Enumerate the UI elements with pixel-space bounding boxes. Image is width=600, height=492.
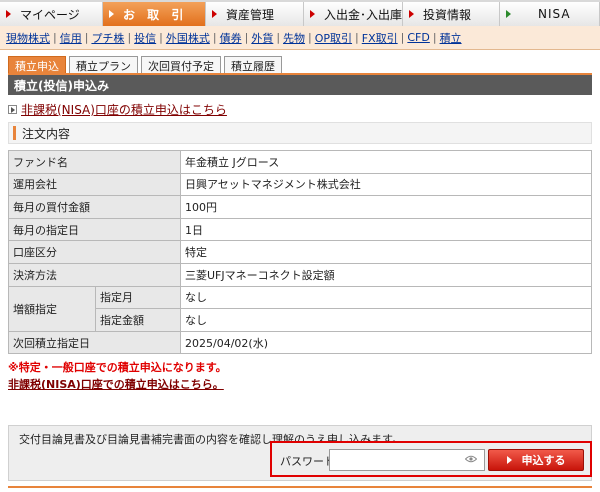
- subnav-link-puchikabu[interactable]: プチ株: [91, 30, 124, 46]
- nisa-link-row: 非課税(NISA)口座の積立申込はこちら: [8, 101, 227, 118]
- account-value: 特定: [180, 240, 592, 264]
- nav-tab-trading[interactable]: お 取 引: [103, 2, 206, 26]
- nisa-apply-link[interactable]: 非課税(NISA)口座の積立申込はこちら: [21, 101, 227, 118]
- eye-icon[interactable]: [465, 455, 477, 463]
- password-label: パスワード: [280, 455, 335, 468]
- subnav-link-futures[interactable]: 先物: [283, 30, 305, 46]
- account-warning: ※特定・一般口座での積立申込になります。: [8, 361, 227, 374]
- next-date-value: 2025/04/02(水): [180, 330, 592, 355]
- subnav-link-foreign-stock[interactable]: 外国株式: [166, 30, 210, 46]
- heading-accent-bar: [13, 126, 16, 140]
- table-row: 決済方法 三菱UFJマネーコネクト設定額: [8, 262, 592, 287]
- table-row: 次回積立指定日 2025/04/02(水): [8, 330, 592, 355]
- password-input[interactable]: [329, 449, 485, 471]
- subnav-link-cfd[interactable]: CFD: [407, 31, 429, 44]
- payment-label: 決済方法: [8, 262, 181, 287]
- nav-tab-mypage[interactable]: マイページ: [0, 2, 103, 26]
- nav-tab-assets[interactable]: 資産管理: [206, 2, 304, 26]
- nav-tab-label: 投資情報: [423, 7, 472, 22]
- subnav-link-tsumitate[interactable]: 積立: [440, 30, 462, 46]
- nav-tab-label: お 取 引: [123, 7, 188, 22]
- table-row: ファンド名 年金積立 Jグロース: [8, 150, 592, 174]
- page-title: 積立(投信)申込み: [8, 75, 592, 95]
- submit-button-label: 申込する: [521, 454, 566, 467]
- tab-next-purchase[interactable]: 次回買付予定: [141, 56, 221, 74]
- nav-tab-label: NISA: [538, 7, 571, 21]
- account-label: 口座区分: [8, 240, 181, 264]
- arrow-right-icon: [109, 10, 114, 18]
- nav-tab-deposit[interactable]: 入出金･入出庫: [304, 2, 403, 26]
- fund-name-value: 年金積立 Jグロース: [180, 150, 592, 174]
- table-row: 口座区分 特定: [8, 240, 592, 264]
- monthly-amount-value: 100円: [180, 195, 592, 219]
- tab-tsumitate-plan[interactable]: 積立プラン: [69, 56, 138, 74]
- bottom-divider: [8, 486, 592, 488]
- increase-month-value: なし: [180, 285, 592, 310]
- subnav-link-fx-currency[interactable]: 外貨: [251, 30, 273, 46]
- tab-tsumitate-history[interactable]: 積立履歴: [224, 56, 282, 74]
- nav-tab-investment-info[interactable]: 投資情報: [403, 2, 500, 26]
- payment-value: 三菱UFJマネーコネクト設定額: [180, 262, 592, 287]
- tsumitate-tabs: 積立申込 積立プラン 次回買付予定 積立履歴: [8, 56, 285, 74]
- increase-amount-value: なし: [180, 308, 592, 332]
- order-details-table: ファンド名 年金積立 Jグロース 運用会社 日興アセットマネジメント株式会社 毎…: [8, 150, 592, 355]
- subnav-link-shinyo[interactable]: 信用: [60, 30, 82, 46]
- submit-button[interactable]: 申込する: [488, 449, 584, 471]
- fund-name-label: ファンド名: [8, 150, 181, 174]
- subnav-link-bonds[interactable]: 債券: [220, 30, 242, 46]
- monthly-amount-label: 毎月の買付金額: [8, 195, 181, 219]
- subnav-link-genbutsu[interactable]: 現物株式: [6, 30, 50, 46]
- main-nav: マイページ お 取 引 資産管理 入出金･入出庫 投資情報 NISA: [0, 0, 600, 26]
- company-label: 運用会社: [8, 172, 181, 197]
- table-row: 運用会社 日興アセットマネジメント株式会社: [8, 172, 592, 197]
- increase-amount-label: 指定金額: [95, 308, 181, 332]
- arrow-right-icon: [409, 10, 414, 18]
- nisa-apply-link-bottom[interactable]: 非課税(NISA)口座での積立申込はこちら。: [8, 378, 224, 391]
- increase-label: 増額指定: [8, 285, 96, 332]
- subnav-link-fx-trade[interactable]: FX取引: [362, 30, 398, 46]
- increase-month-label: 指定月: [95, 285, 181, 310]
- monthly-date-value: 1日: [180, 217, 592, 242]
- nav-tab-label: マイページ: [20, 7, 80, 22]
- subnav-link-options[interactable]: OP取引: [315, 30, 352, 46]
- arrow-right-icon: [212, 10, 217, 18]
- arrow-right-icon: [310, 10, 315, 18]
- nav-tab-label: 入出金･入出庫: [324, 7, 403, 22]
- next-date-label: 次回積立指定日: [8, 330, 181, 355]
- table-row: 毎月の買付金額 100円: [8, 195, 592, 219]
- subnav-link-toushin[interactable]: 投信: [134, 30, 156, 46]
- nisa-link-bottom-row: 非課税(NISA)口座での積立申込はこちら。: [8, 376, 224, 392]
- tab-tsumitate-apply[interactable]: 積立申込: [8, 56, 66, 74]
- sub-nav: 現物株式 | 信用 | プチ株 | 投信 | 外国株式 | 債券 | 外貨 | 先物 | OP取…: [0, 26, 600, 50]
- monthly-date-label: 毎月の指定日: [8, 217, 181, 242]
- nav-tab-label: 資産管理: [226, 7, 275, 22]
- company-value: 日興アセットマネジメント株式会社: [180, 172, 592, 197]
- arrow-right-icon: [6, 10, 11, 18]
- nav-tab-nisa[interactable]: NISA: [500, 2, 600, 26]
- password-submit-area: パスワード 申込する: [270, 441, 592, 477]
- table-row: 指定金額 なし: [9, 308, 592, 332]
- table-row: 増額指定 指定月 なし: [8, 285, 592, 332]
- order-heading: 注文内容: [8, 122, 592, 144]
- table-row: 毎月の指定日 1日: [8, 217, 592, 242]
- arrow-right-icon: [506, 456, 512, 464]
- arrow-right-icon: [506, 10, 511, 18]
- link-arrow-icon: [8, 105, 17, 114]
- order-heading-label: 注文内容: [22, 126, 71, 141]
